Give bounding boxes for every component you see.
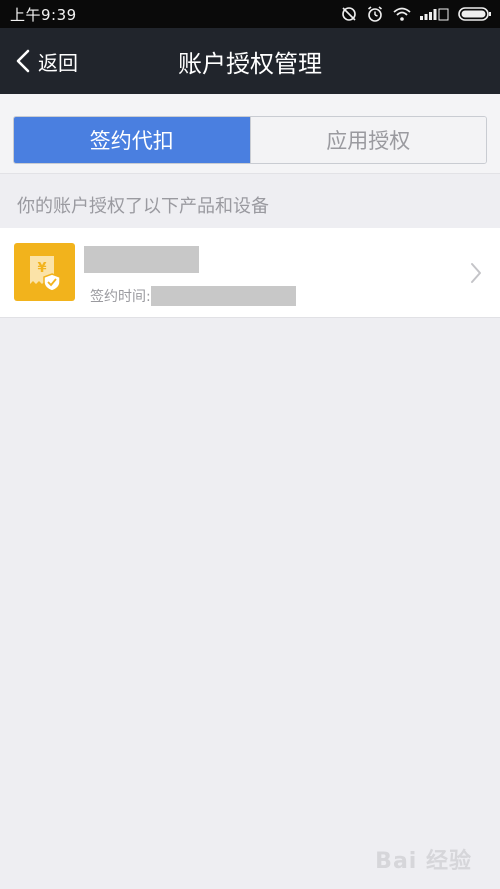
nav-bar: 返回 账户授权管理 xyxy=(0,28,500,94)
status-bar: 上午9:39 xyxy=(0,0,500,28)
redacted-sign-time xyxy=(150,286,296,306)
sign-time-label: 签约时间: xyxy=(90,289,151,305)
segment-area: 签约代扣 应用授权 xyxy=(0,94,500,174)
receipt-shield-icon: ¥ xyxy=(14,243,75,301)
tab-signed-deduction[interactable]: 签约代扣 xyxy=(14,117,250,163)
segmented-control: 签约代扣 应用授权 xyxy=(13,116,487,164)
redacted-product-name xyxy=(84,246,199,273)
svg-text:¥: ¥ xyxy=(37,261,46,276)
wifi-icon xyxy=(393,7,411,21)
watermark: Bai 经验 xyxy=(375,849,472,874)
section-label: 你的账户授权了以下产品和设备 xyxy=(17,196,269,217)
chevron-right-icon xyxy=(471,263,481,283)
list-item[interactable]: ¥ 签约时间: xyxy=(0,228,500,318)
sync-off-icon xyxy=(342,7,356,21)
back-label: 返回 xyxy=(38,50,78,75)
signal-icon xyxy=(420,8,449,21)
status-time: 上午9:39 xyxy=(10,5,77,24)
back-button[interactable]: 返回 xyxy=(16,28,78,94)
battery-icon xyxy=(458,7,491,21)
sign-time-row: 签约时间: xyxy=(90,285,296,307)
tab-app-authorization[interactable]: 应用授权 xyxy=(249,117,486,163)
chevron-left-icon xyxy=(16,49,30,73)
status-icons xyxy=(340,5,492,23)
alarm-icon xyxy=(368,6,382,22)
